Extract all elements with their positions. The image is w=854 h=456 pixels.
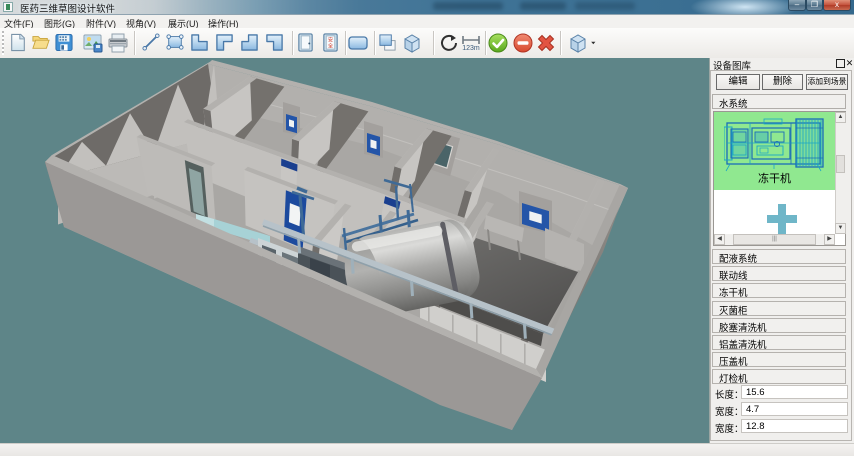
svg-text:全: 全 xyxy=(328,41,334,49)
svg-text:123m: 123m xyxy=(462,45,480,52)
